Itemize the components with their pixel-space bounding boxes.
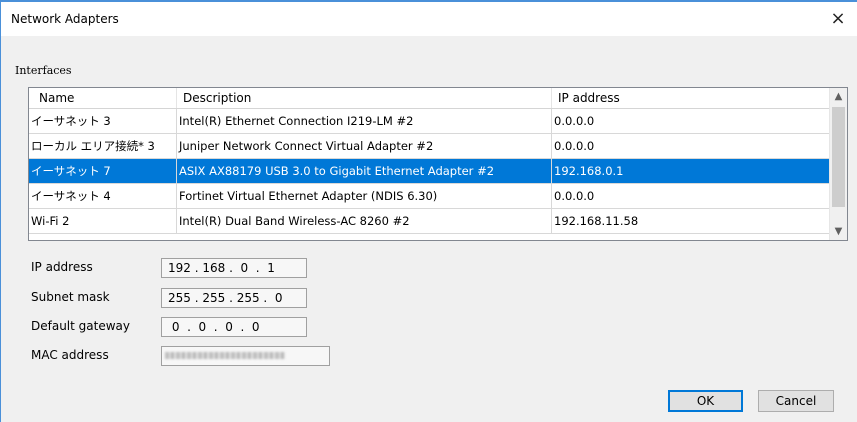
interfaces-table: Name Description IP address イーサネット 3 Int…	[29, 88, 830, 240]
row-ip: 0.0.0.0	[552, 134, 830, 158]
mac-address-redacted	[165, 352, 285, 359]
ip-address-label: IP address	[31, 260, 93, 274]
dialog-title: Network Adapters	[11, 12, 119, 26]
row-description: Juniper Network Connect Virtual Adapter …	[177, 134, 552, 158]
row-ip: 192.168.0.1	[552, 159, 830, 183]
subnet-mask-field[interactable]: 255 . 255 . 255 . 0	[161, 288, 307, 308]
scrollbar-thumb[interactable]	[832, 107, 845, 207]
row-name: イーサネット 7	[29, 159, 177, 183]
ip-address-field[interactable]: 192 . 168 . 0 . 1	[161, 258, 307, 278]
scroll-up-icon[interactable]: ▲	[830, 88, 847, 105]
mac-address-label: MAC address	[31, 348, 109, 362]
vertical-scrollbar[interactable]: ▲ ▼	[829, 88, 847, 240]
row-name: ローカル エリア接続* 3	[29, 134, 177, 158]
column-header-name[interactable]: Name	[29, 88, 177, 108]
mac-address-field[interactable]	[161, 346, 330, 366]
interfaces-list[interactable]: Name Description IP address イーサネット 3 Int…	[28, 87, 848, 241]
row-ip: 192.168.11.58	[552, 209, 830, 233]
row-description: Intel(R) Ethernet Connection I219-LM #2	[177, 109, 552, 133]
list-header: Name Description IP address	[29, 88, 830, 109]
table-row-partial[interactable]	[29, 234, 830, 240]
interfaces-group-label: Interfaces	[15, 64, 72, 77]
table-row[interactable]: イーサネット 3 Intel(R) Ethernet Connection I2…	[29, 109, 830, 134]
subnet-mask-label: Subnet mask	[31, 290, 110, 304]
column-header-description[interactable]: Description	[177, 88, 552, 108]
row-ip: 0.0.0.0	[552, 109, 830, 133]
ok-button[interactable]: OK	[668, 390, 743, 412]
row-name: Wi-Fi 2	[29, 209, 177, 233]
network-adapters-dialog: Network Adapters × Interfaces Name Descr…	[0, 0, 857, 422]
column-header-ip-address[interactable]: IP address	[552, 88, 830, 108]
row-description: Intel(R) Dual Band Wireless-AC 8260 #2	[177, 209, 552, 233]
table-row-selected[interactable]: イーサネット 7 ASIX AX88179 USB 3.0 to Gigabit…	[29, 159, 830, 184]
row-name: イーサネット 3	[29, 109, 177, 133]
default-gateway-field[interactable]: 0 . 0 . 0 . 0	[161, 317, 307, 337]
row-description: ASIX AX88179 USB 3.0 to Gigabit Ethernet…	[177, 159, 552, 183]
table-row[interactable]: イーサネット 4 Fortinet Virtual Ethernet Adapt…	[29, 184, 830, 209]
table-row[interactable]: ローカル エリア接続* 3 Juniper Network Connect Vi…	[29, 134, 830, 159]
cancel-button[interactable]: Cancel	[758, 390, 834, 412]
title-bar: Network Adapters ×	[1, 2, 857, 36]
table-row[interactable]: Wi-Fi 2 Intel(R) Dual Band Wireless-AC 8…	[29, 209, 830, 234]
row-ip: 0.0.0.0	[552, 184, 830, 208]
scroll-down-icon[interactable]: ▼	[830, 223, 847, 240]
close-icon[interactable]: ×	[825, 6, 851, 32]
row-name: イーサネット 4	[29, 184, 177, 208]
row-description: Fortinet Virtual Ethernet Adapter (NDIS …	[177, 184, 552, 208]
default-gateway-label: Default gateway	[31, 319, 130, 333]
